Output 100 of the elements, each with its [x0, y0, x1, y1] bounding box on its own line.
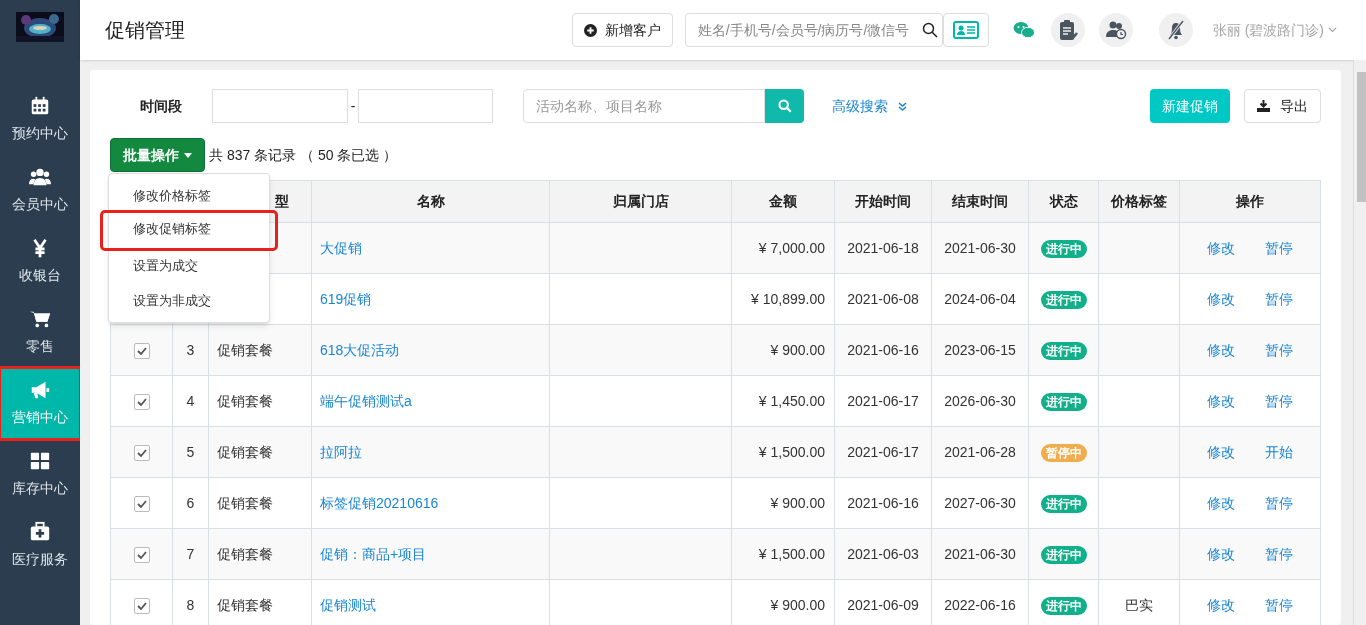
- medical-kit-icon: [29, 521, 51, 543]
- table-cell: 促销套餐: [217, 392, 273, 409]
- action-link[interactable]: 暂停: [1265, 237, 1293, 259]
- status-badge: 进行中: [1040, 392, 1087, 411]
- new-promotion-button[interactable]: 新建促销: [1150, 89, 1230, 123]
- page-title: 促销管理: [105, 18, 186, 43]
- id-card-icon: [952, 21, 979, 39]
- table-cell: 促销套餐: [217, 443, 273, 460]
- table-cell: 2024-06-04: [944, 290, 1016, 307]
- table-cell: 2026-06-30: [944, 392, 1016, 409]
- promotion-name-link[interactable]: 端午促销测试a: [320, 392, 412, 409]
- double-chevron-down-icon: [898, 101, 907, 111]
- sidebar-item[interactable]: 会员中心: [0, 155, 80, 226]
- table-cell: ¥ 10,899.00: [751, 290, 825, 307]
- status-badge: 进行中: [1040, 341, 1087, 360]
- date-field[interactable]: [212, 89, 348, 123]
- notifications-button[interactable]: [1158, 13, 1193, 47]
- table-cell: 2021-06-17: [847, 392, 919, 409]
- menu-item[interactable]: 设置为成交: [109, 248, 269, 283]
- sidebar-item[interactable]: 医疗服务: [0, 510, 80, 581]
- sidebar-item[interactable]: 预约中心: [0, 84, 80, 155]
- action-link[interactable]: 修改: [1207, 543, 1235, 565]
- action-link[interactable]: 修改: [1207, 339, 1235, 361]
- action-link[interactable]: 暂停: [1265, 288, 1293, 310]
- promotion-name-link[interactable]: 促销：商品+项目: [320, 545, 427, 562]
- action-link[interactable]: 修改: [1207, 594, 1235, 616]
- table-cell: 2021-06-28: [944, 443, 1016, 460]
- chat-bubbles-icon: [1012, 21, 1035, 39]
- table-cell: ¥ 900.00: [770, 341, 825, 358]
- table-cell: ¥ 900.00: [770, 596, 825, 613]
- bell-off-icon: [1165, 20, 1186, 40]
- row-checkbox[interactable]: [133, 342, 150, 359]
- plus-circle-icon: [583, 23, 597, 37]
- sidebar-item[interactable]: 库存中心: [0, 439, 80, 510]
- menu-item[interactable]: 修改价格标签: [109, 178, 269, 213]
- status-badge: 进行中: [1040, 239, 1087, 258]
- search-icon: [921, 22, 938, 38]
- table-cell: 2021-06-30: [944, 545, 1016, 562]
- action-link[interactable]: 暂停: [1265, 390, 1293, 412]
- users-clock-icon: [1104, 20, 1127, 40]
- column-header: 金额: [769, 193, 797, 209]
- sidebar-item[interactable]: 营销中心: [0, 368, 80, 439]
- checkmark-icon: [136, 346, 147, 355]
- column-header: 价格标签: [1111, 193, 1167, 209]
- column-header: 归属门店: [612, 193, 669, 209]
- action-link[interactable]: 暂停: [1265, 339, 1293, 361]
- action-link[interactable]: 修改: [1207, 492, 1235, 514]
- row-checkbox[interactable]: [133, 597, 150, 614]
- action-link[interactable]: 修改: [1207, 288, 1235, 310]
- checkmark-icon: [136, 397, 147, 406]
- action-link[interactable]: 开始: [1265, 441, 1293, 463]
- clipboard-button[interactable]: [1050, 13, 1085, 47]
- date-field[interactable]: [358, 89, 493, 123]
- megaphone-icon: [29, 379, 51, 401]
- status-badge: 进行中: [1040, 596, 1087, 615]
- table-cell: 促销套餐: [217, 596, 273, 613]
- menu-item[interactable]: 修改促销标签: [103, 213, 275, 248]
- row-number: 8: [186, 596, 195, 613]
- table-cell: 巴实: [1125, 596, 1153, 613]
- action-link[interactable]: 修改: [1207, 390, 1235, 412]
- promotion-name-link[interactable]: 标签促销20210616: [320, 494, 439, 511]
- column-header: 名称: [416, 193, 445, 209]
- row-checkbox[interactable]: [133, 546, 150, 563]
- row-checkbox[interactable]: [133, 444, 150, 461]
- table-cell: 2021-06-17: [847, 443, 919, 460]
- promotion-name-link[interactable]: 大促销: [320, 239, 362, 256]
- sidebar-item[interactable]: 收银台: [0, 226, 80, 297]
- advanced-search-link[interactable]: 高级搜索: [832, 95, 1150, 117]
- action-link[interactable]: 修改: [1207, 237, 1235, 259]
- promotion-name-link[interactable]: 618大促活动: [320, 341, 400, 358]
- search-field[interactable]: 姓名/手机号/会员号/病历号/微信号: [684, 13, 943, 47]
- group-schedule-button[interactable]: [1098, 13, 1133, 47]
- scrollbar[interactable]: [1353, 60, 1366, 625]
- action-link[interactable]: 暂停: [1265, 594, 1293, 616]
- promotion-name-link[interactable]: 促销测试: [320, 596, 376, 613]
- action-link[interactable]: 暂停: [1265, 492, 1293, 514]
- column-header: 操作: [1236, 193, 1264, 209]
- sidebar-item[interactable]: 零售: [0, 297, 80, 368]
- table-cell: ¥ 900.00: [770, 494, 825, 511]
- column-header: 状态: [1049, 193, 1078, 209]
- table-cell: 2021-06-16: [847, 494, 919, 511]
- action-link[interactable]: 暂停: [1265, 543, 1293, 565]
- calendar-icon: [29, 95, 51, 117]
- keyword-field[interactable]: 活动名称、项目名称: [523, 89, 765, 123]
- row-checkbox[interactable]: [133, 393, 150, 410]
- promotion-name-link[interactable]: 619促销: [320, 290, 372, 307]
- checkmark-icon: [136, 550, 147, 559]
- row-checkbox[interactable]: [133, 495, 150, 512]
- add-customer-button[interactable]: 新增客户: [571, 13, 673, 47]
- table-cell: 2021-06-30: [944, 239, 1016, 256]
- promotion-name-link[interactable]: 拉阿拉: [320, 443, 362, 460]
- menu-item[interactable]: 设置为非成交: [109, 283, 269, 318]
- batch-operations-button[interactable]: 批量操作: [110, 138, 205, 172]
- user-menu[interactable]: 张丽 (碧波路门诊): [1212, 19, 1337, 41]
- export-button[interactable]: 导出: [1244, 89, 1321, 123]
- action-link[interactable]: 修改: [1207, 441, 1235, 463]
- table-cell: 2021-06-16: [847, 341, 919, 358]
- table-cell: 2021-06-08: [847, 290, 919, 307]
- table-cell: 2022-06-16: [944, 596, 1016, 613]
- table-cell: ¥ 1,450.00: [758, 392, 825, 409]
